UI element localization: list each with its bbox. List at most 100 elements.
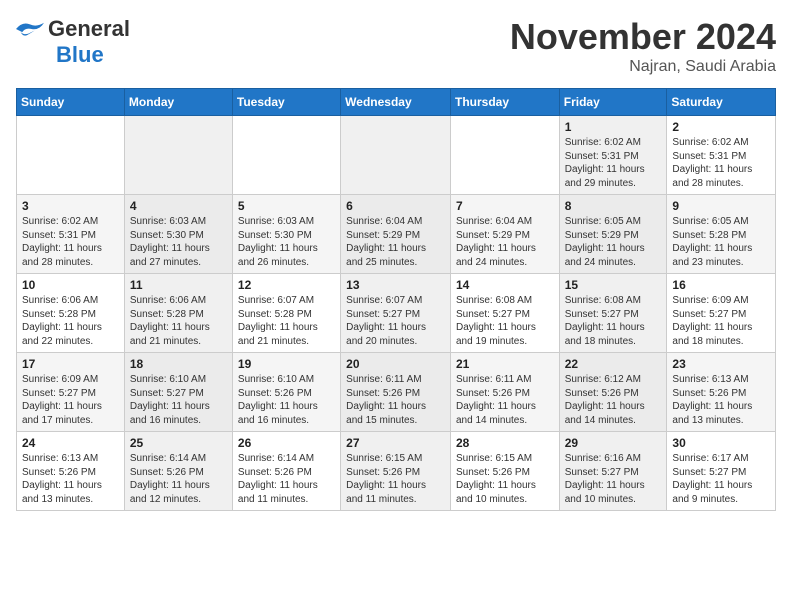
calendar-day-cell: 6 Sunrise: 6:04 AM Sunset: 5:29 PM Daylig… <box>341 195 451 274</box>
day-number: 3 <box>22 199 119 213</box>
day-info: Sunrise: 6:15 AM Sunset: 5:26 PM Dayligh… <box>346 452 445 506</box>
day-number: 28 <box>456 436 554 450</box>
day-info: Sunrise: 6:09 AM Sunset: 5:27 PM Dayligh… <box>672 294 770 348</box>
calendar-day-cell: 21 Sunrise: 6:11 AM Sunset: 5:26 PM Dayli… <box>450 353 559 432</box>
calendar-week-row: 10 Sunrise: 6:06 AM Sunset: 5:28 PM Dayli… <box>17 274 776 353</box>
day-info: Sunrise: 6:13 AM Sunset: 5:26 PM Dayligh… <box>672 373 770 427</box>
calendar-day-cell: 4 Sunrise: 6:03 AM Sunset: 5:30 PM Daylig… <box>124 195 232 274</box>
weekday-header-saturday: Saturday <box>667 89 776 116</box>
weekday-header-thursday: Thursday <box>450 89 559 116</box>
day-number: 24 <box>22 436 119 450</box>
day-info: Sunrise: 6:02 AM Sunset: 5:31 PM Dayligh… <box>672 136 770 190</box>
day-number: 21 <box>456 357 554 371</box>
weekday-header-wednesday: Wednesday <box>341 89 451 116</box>
day-number: 13 <box>346 278 445 292</box>
day-number: 29 <box>565 436 662 450</box>
day-info: Sunrise: 6:04 AM Sunset: 5:29 PM Dayligh… <box>456 215 554 269</box>
day-number: 30 <box>672 436 770 450</box>
calendar-day-cell <box>17 116 125 195</box>
calendar-day-cell: 19 Sunrise: 6:10 AM Sunset: 5:26 PM Dayli… <box>232 353 340 432</box>
calendar-day-cell: 14 Sunrise: 6:08 AM Sunset: 5:27 PM Dayli… <box>450 274 559 353</box>
day-number: 4 <box>130 199 227 213</box>
calendar-day-cell: 20Sunrise: 6:11 AM Sunset: 5:26 PM Dayli… <box>341 353 451 432</box>
day-info: Sunrise: 6:03 AM Sunset: 5:30 PM Dayligh… <box>130 215 227 269</box>
day-number: 15 <box>565 278 662 292</box>
day-number: 27 <box>346 436 445 450</box>
day-info: Sunrise: 6:10 AM Sunset: 5:27 PM Dayligh… <box>130 373 227 427</box>
logo-blue: Blue <box>56 42 104 68</box>
calendar-day-cell: 11Sunrise: 6:06 AM Sunset: 5:28 PM Dayli… <box>124 274 232 353</box>
day-info: Sunrise: 6:15 AM Sunset: 5:26 PM Dayligh… <box>456 452 554 506</box>
calendar-day-cell: 18 Sunrise: 6:10 AM Sunset: 5:27 PM Dayli… <box>124 353 232 432</box>
logo-icon <box>16 19 44 39</box>
day-info: Sunrise: 6:04 AM Sunset: 5:29 PM Dayligh… <box>346 215 445 269</box>
calendar-day-cell: 13 Sunrise: 6:07 AM Sunset: 5:27 PM Dayli… <box>341 274 451 353</box>
day-info: Sunrise: 6:11 AM Sunset: 5:26 PM Dayligh… <box>456 373 554 427</box>
day-number: 17 <box>22 357 119 371</box>
day-number: 1 <box>565 120 662 134</box>
weekday-header-row: SundayMondayTuesdayWednesdayThursdayFrid… <box>17 89 776 116</box>
day-number: 16 <box>672 278 770 292</box>
day-info: Sunrise: 6:11 AM Sunset: 5:26 PM Dayligh… <box>346 373 445 427</box>
day-info: Sunrise: 6:17 AM Sunset: 5:27 PM Dayligh… <box>672 452 770 506</box>
day-info: Sunrise: 6:02 AM Sunset: 5:31 PM Dayligh… <box>565 136 662 190</box>
day-info: Sunrise: 6:06 AM Sunset: 5:28 PM Dayligh… <box>130 294 227 348</box>
calendar-day-cell: 9Sunrise: 6:05 AM Sunset: 5:28 PM Daylig… <box>667 195 776 274</box>
calendar-day-cell: 17 Sunrise: 6:09 AM Sunset: 5:27 PM Dayli… <box>17 353 125 432</box>
day-info: Sunrise: 6:13 AM Sunset: 5:26 PM Dayligh… <box>22 452 119 506</box>
calendar-week-row: 17 Sunrise: 6:09 AM Sunset: 5:27 PM Dayli… <box>17 353 776 432</box>
day-number: 5 <box>238 199 335 213</box>
calendar-day-cell: 5Sunrise: 6:03 AM Sunset: 5:30 PM Daylig… <box>232 195 340 274</box>
calendar-day-cell <box>124 116 232 195</box>
calendar-day-cell: 8Sunrise: 6:05 AM Sunset: 5:29 PM Daylig… <box>559 195 667 274</box>
day-info: Sunrise: 6:09 AM Sunset: 5:27 PM Dayligh… <box>22 373 119 427</box>
logo: General Blue <box>16 16 130 68</box>
day-info: Sunrise: 6:14 AM Sunset: 5:26 PM Dayligh… <box>238 452 335 506</box>
day-number: 19 <box>238 357 335 371</box>
day-info: Sunrise: 6:16 AM Sunset: 5:27 PM Dayligh… <box>565 452 662 506</box>
day-info: Sunrise: 6:12 AM Sunset: 5:26 PM Dayligh… <box>565 373 662 427</box>
day-number: 7 <box>456 199 554 213</box>
weekday-header-sunday: Sunday <box>17 89 125 116</box>
day-number: 25 <box>130 436 227 450</box>
calendar-day-cell: 28 Sunrise: 6:15 AM Sunset: 5:26 PM Dayli… <box>450 432 559 511</box>
day-number: 22 <box>565 357 662 371</box>
day-info: Sunrise: 6:06 AM Sunset: 5:28 PM Dayligh… <box>22 294 119 348</box>
day-info: Sunrise: 6:08 AM Sunset: 5:27 PM Dayligh… <box>456 294 554 348</box>
page-header: General Blue November 2024 Najran, Saudi… <box>16 16 776 76</box>
day-number: 23 <box>672 357 770 371</box>
day-number: 6 <box>346 199 445 213</box>
day-info: Sunrise: 6:10 AM Sunset: 5:26 PM Dayligh… <box>238 373 335 427</box>
day-number: 8 <box>565 199 662 213</box>
calendar-day-cell: 27 Sunrise: 6:15 AM Sunset: 5:26 PM Dayli… <box>341 432 451 511</box>
calendar-day-cell <box>450 116 559 195</box>
day-info: Sunrise: 6:14 AM Sunset: 5:26 PM Dayligh… <box>130 452 227 506</box>
calendar-day-cell <box>232 116 340 195</box>
logo-general: General <box>48 16 130 42</box>
weekday-header-tuesday: Tuesday <box>232 89 340 116</box>
calendar-day-cell: 25 Sunrise: 6:14 AM Sunset: 5:26 PM Dayli… <box>124 432 232 511</box>
day-number: 2 <box>672 120 770 134</box>
day-info: Sunrise: 6:08 AM Sunset: 5:27 PM Dayligh… <box>565 294 662 348</box>
day-number: 14 <box>456 278 554 292</box>
day-number: 9 <box>672 199 770 213</box>
day-info: Sunrise: 6:07 AM Sunset: 5:28 PM Dayligh… <box>238 294 335 348</box>
location-heading: Najran, Saudi Arabia <box>510 58 776 76</box>
calendar-week-row: 24 Sunrise: 6:13 AM Sunset: 5:26 PM Dayli… <box>17 432 776 511</box>
day-info: Sunrise: 6:07 AM Sunset: 5:27 PM Dayligh… <box>346 294 445 348</box>
calendar-day-cell: 1 Sunrise: 6:02 AM Sunset: 5:31 PM Daylig… <box>559 116 667 195</box>
calendar-week-row: 3 Sunrise: 6:02 AM Sunset: 5:31 PM Daylig… <box>17 195 776 274</box>
calendar-day-cell: 29 Sunrise: 6:16 AM Sunset: 5:27 PM Dayli… <box>559 432 667 511</box>
month-year-heading: November 2024 <box>510 16 776 58</box>
calendar-day-cell: 7 Sunrise: 6:04 AM Sunset: 5:29 PM Daylig… <box>450 195 559 274</box>
calendar-week-row: 1 Sunrise: 6:02 AM Sunset: 5:31 PM Daylig… <box>17 116 776 195</box>
day-number: 18 <box>130 357 227 371</box>
day-info: Sunrise: 6:02 AM Sunset: 5:31 PM Dayligh… <box>22 215 119 269</box>
calendar-day-cell: 12Sunrise: 6:07 AM Sunset: 5:28 PM Dayli… <box>232 274 340 353</box>
calendar-day-cell: 23 Sunrise: 6:13 AM Sunset: 5:26 PM Dayli… <box>667 353 776 432</box>
calendar-day-cell: 3 Sunrise: 6:02 AM Sunset: 5:31 PM Daylig… <box>17 195 125 274</box>
day-number: 10 <box>22 278 119 292</box>
calendar-day-cell <box>341 116 451 195</box>
calendar-day-cell: 30 Sunrise: 6:17 AM Sunset: 5:27 PM Dayli… <box>667 432 776 511</box>
weekday-header-monday: Monday <box>124 89 232 116</box>
